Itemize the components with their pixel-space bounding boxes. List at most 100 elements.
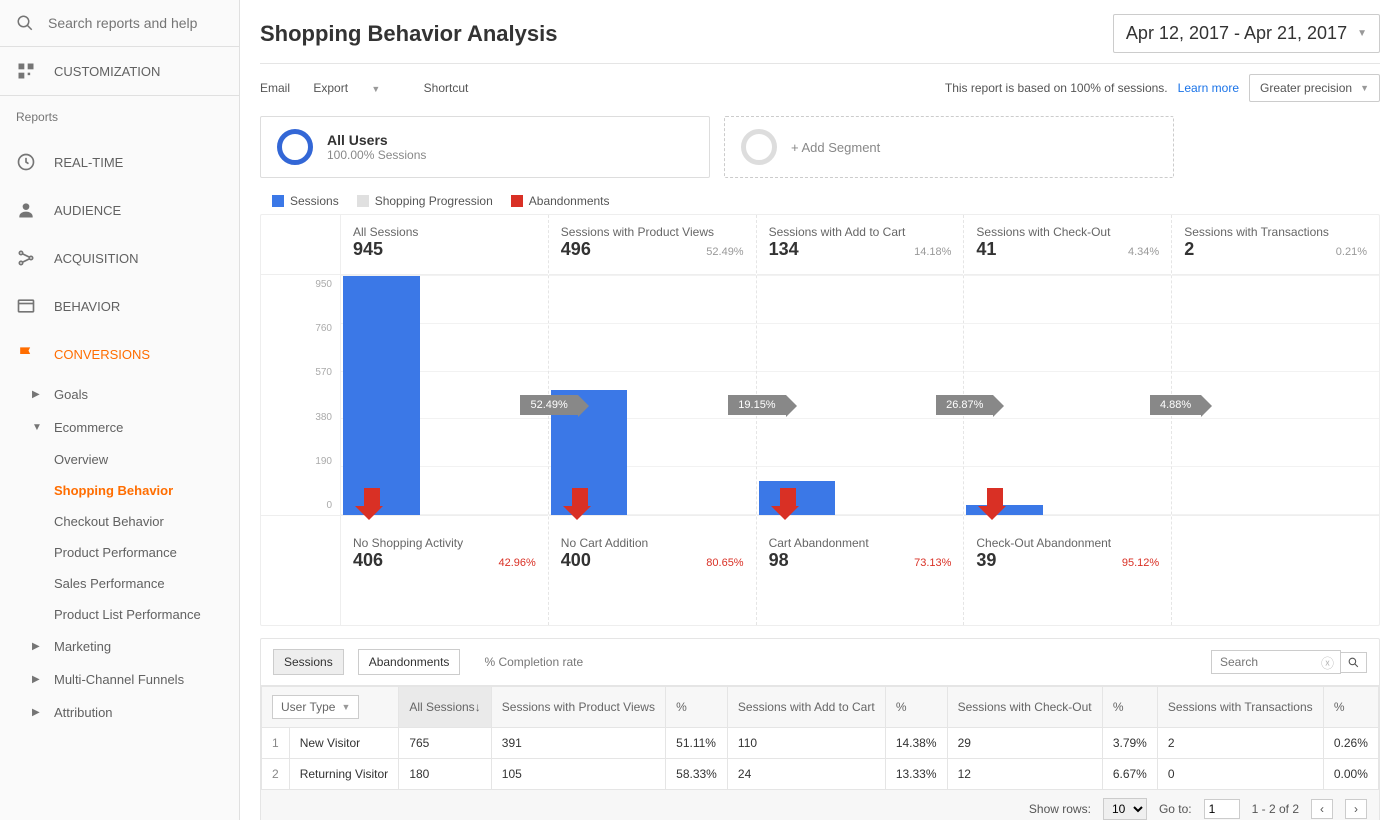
add-segment[interactable]: + Add Segment	[724, 116, 1174, 178]
abandon-value: 400	[561, 550, 591, 571]
funnel-stage[interactable]: Sessions with Transactions20.21%	[1172, 215, 1379, 625]
row-label: New Visitor	[289, 728, 399, 759]
legend-label: Sessions	[290, 194, 339, 208]
table-column-header[interactable]: %	[885, 687, 947, 728]
toolbar-email[interactable]: Email	[260, 81, 290, 95]
date-range-picker[interactable]: Apr 12, 2017 - Apr 21, 2017 ▼	[1113, 14, 1380, 53]
stage-pct: 0.21%	[1336, 246, 1367, 258]
ec-product-list-performance[interactable]: Product List Performance	[0, 599, 239, 630]
ec-overview[interactable]: Overview	[0, 444, 239, 475]
stage-label: Sessions with Product Views	[561, 225, 744, 239]
sidebar-item-acquisition[interactable]: ACQUISITION	[0, 234, 239, 282]
clear-icon[interactable]: ⓧ	[1321, 653, 1334, 672]
abandon-arrow-icon	[361, 488, 383, 520]
abandon-value: 406	[353, 550, 383, 571]
search-button[interactable]	[1340, 652, 1367, 673]
learn-more-link[interactable]: Learn more	[1178, 81, 1239, 95]
tab-sessions[interactable]: Sessions	[273, 649, 344, 675]
reports-label: Reports	[0, 96, 239, 138]
person-icon	[16, 200, 36, 220]
table-column-header[interactable]: %	[1102, 687, 1157, 728]
sidebar-item-customization[interactable]: CUSTOMIZATION	[0, 47, 239, 95]
search-input[interactable]	[48, 15, 223, 31]
cell: 0.26%	[1323, 728, 1378, 759]
legend-label: Abandonments	[529, 194, 610, 208]
cell: 14.38%	[885, 728, 947, 759]
funnel-stage[interactable]: Sessions with Check-Out414.34%4.88%Check…	[964, 215, 1172, 625]
table-column-header[interactable]: All Sessions ↓	[399, 687, 491, 728]
precision-button[interactable]: Greater precision ▼	[1249, 74, 1380, 102]
next-page-button[interactable]: ›	[1345, 799, 1367, 819]
bar	[343, 276, 420, 515]
caret-down-icon: ▼	[32, 422, 48, 433]
sidebar-item-label: BEHAVIOR	[54, 299, 120, 314]
goto-input[interactable]	[1204, 799, 1240, 819]
progression-arrow: 4.88%	[1150, 395, 1201, 415]
row-label: Returning Visitor	[289, 759, 399, 790]
ec-shopping-behavior[interactable]: Shopping Behavior	[0, 475, 239, 506]
table-row[interactable]: 2Returning Visitor18010558.33%2413.33%12…	[262, 759, 1379, 790]
chart-legend: Sessions Shopping Progression Abandonmen…	[260, 188, 1380, 214]
table-column-header[interactable]: %	[666, 687, 728, 728]
subtree-mcf[interactable]: ▶Multi-Channel Funnels	[0, 663, 239, 696]
row-index: 2	[262, 759, 290, 790]
stage-label: Sessions with Check-Out	[976, 225, 1159, 239]
cell: 6.67%	[1102, 759, 1157, 790]
abandon-pct: 42.96%	[498, 557, 535, 569]
table-column-header[interactable]: %	[1323, 687, 1378, 728]
cell: 180	[399, 759, 491, 790]
user-type-dropdown[interactable]: User Type ▼	[272, 695, 359, 719]
toolbar-export[interactable]: Export ▼	[313, 81, 400, 95]
segment-all-users[interactable]: All Users 100.00% Sessions	[260, 116, 710, 178]
table-column-header[interactable]: Sessions with Check-Out	[947, 687, 1102, 728]
segment-title: All Users	[327, 132, 426, 148]
sidebar-item-conversions[interactable]: CONVERSIONS	[0, 330, 239, 378]
abandon-value: 98	[769, 550, 789, 571]
prev-page-button[interactable]: ‹	[1311, 799, 1333, 819]
cell: 0.00%	[1323, 759, 1378, 790]
sidebar-item-label: CONVERSIONS	[54, 347, 150, 362]
toolbar-export-label: Export	[313, 81, 348, 95]
precision-note: This report is based on 100% of sessions…	[945, 81, 1168, 95]
funnel-stage[interactable]: Sessions with Add to Cart13414.18%26.87%…	[757, 215, 965, 625]
sidebar-item-label: AUDIENCE	[54, 203, 121, 218]
funnel-stage[interactable]: Sessions with Product Views49652.49%19.1…	[549, 215, 757, 625]
ec-product-performance[interactable]: Product Performance	[0, 537, 239, 568]
subtree-label: Attribution	[54, 705, 113, 720]
user-type-label: User Type	[281, 700, 335, 714]
ec-checkout-behavior[interactable]: Checkout Behavior	[0, 506, 239, 537]
funnel-stage[interactable]: All Sessions94552.49%No Shopping Activit…	[341, 215, 549, 625]
stage-label: Sessions with Transactions	[1184, 225, 1367, 239]
cell: 2	[1157, 728, 1323, 759]
table-column-header[interactable]: Sessions with Transactions	[1157, 687, 1323, 728]
subtree-marketing[interactable]: ▶Marketing	[0, 630, 239, 663]
subtree-goals[interactable]: ▶Goals	[0, 378, 239, 411]
cell: 105	[491, 759, 665, 790]
sidebar-item-audience[interactable]: AUDIENCE	[0, 186, 239, 234]
page-title: Shopping Behavior Analysis	[260, 21, 557, 47]
ec-sales-performance[interactable]: Sales Performance	[0, 568, 239, 599]
sidebar-item-behavior[interactable]: BEHAVIOR	[0, 282, 239, 330]
subtree-label: Ecommerce	[54, 420, 123, 435]
page-range: 1 - 2 of 2	[1252, 802, 1299, 816]
cell: 765	[399, 728, 491, 759]
table-column-header[interactable]: Sessions with Add to Cart	[727, 687, 885, 728]
subtree-attribution[interactable]: ▶Attribution	[0, 696, 239, 729]
toolbar-shortcut[interactable]: Shortcut	[424, 81, 469, 95]
table-row[interactable]: 1New Visitor76539151.11%11014.38%293.79%…	[262, 728, 1379, 759]
subtree-ecommerce[interactable]: ▼ Ecommerce	[0, 411, 239, 444]
sidebar-item-label: REAL-TIME	[54, 155, 123, 170]
stage-label: All Sessions	[353, 225, 536, 239]
cell: 12	[947, 759, 1102, 790]
sidebar-item-realtime[interactable]: REAL-TIME	[0, 138, 239, 186]
subtree-label: Marketing	[54, 639, 111, 654]
rows-per-page-select[interactable]: 10	[1103, 798, 1147, 820]
table-column-header[interactable]: Sessions with Product Views	[491, 687, 665, 728]
cell: 58.33%	[666, 759, 728, 790]
show-rows-label: Show rows:	[1029, 802, 1091, 816]
clock-icon	[16, 152, 36, 172]
tab-abandonments[interactable]: Abandonments	[358, 649, 461, 675]
cell: 0	[1157, 759, 1323, 790]
cell: 29	[947, 728, 1102, 759]
sort-desc-icon: ↓	[475, 700, 481, 714]
